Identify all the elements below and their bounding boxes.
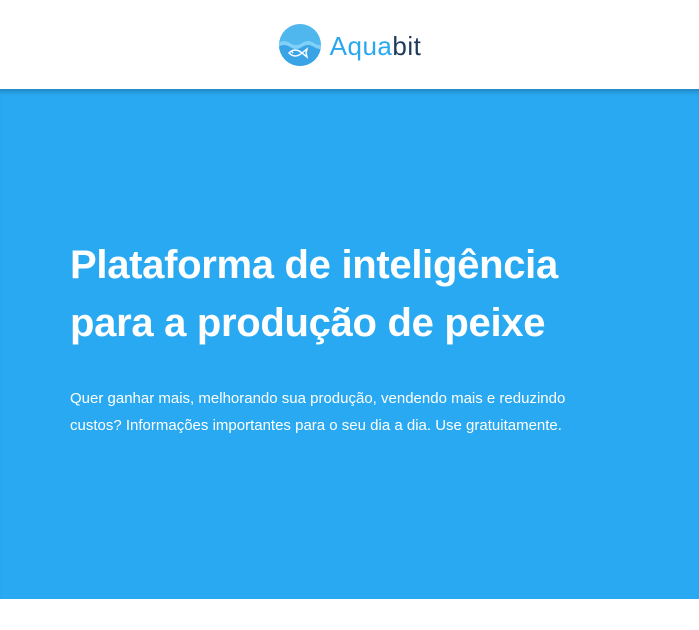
page-below-hero (0, 599, 699, 630)
logo-text-aqua: Aqua (329, 30, 393, 61)
hero-title: Plataforma de inteligência para a produç… (70, 236, 670, 352)
hero-subtitle-line-1: Quer ganhar mais, melhorando sua produçã… (70, 390, 566, 407)
logo-text: Aquabit (330, 31, 422, 59)
hero-subtitle-line-2: custos? Informações importantes para o s… (70, 417, 562, 434)
hero-title-line-1: Plataforma de inteligência (70, 243, 558, 287)
fish-logo-icon (278, 23, 321, 66)
hero-section: Plataforma de inteligência para a produç… (0, 89, 699, 599)
hero-title-line-2: para a produção de peixe (70, 301, 546, 345)
logo-text-bit: bit (392, 30, 422, 61)
aquabit-logo[interactable]: Aquabit (278, 23, 422, 67)
hero-subtitle: Quer ganhar mais, melhorando sua produçã… (70, 385, 630, 439)
site-header: Aquabit (0, 0, 699, 89)
